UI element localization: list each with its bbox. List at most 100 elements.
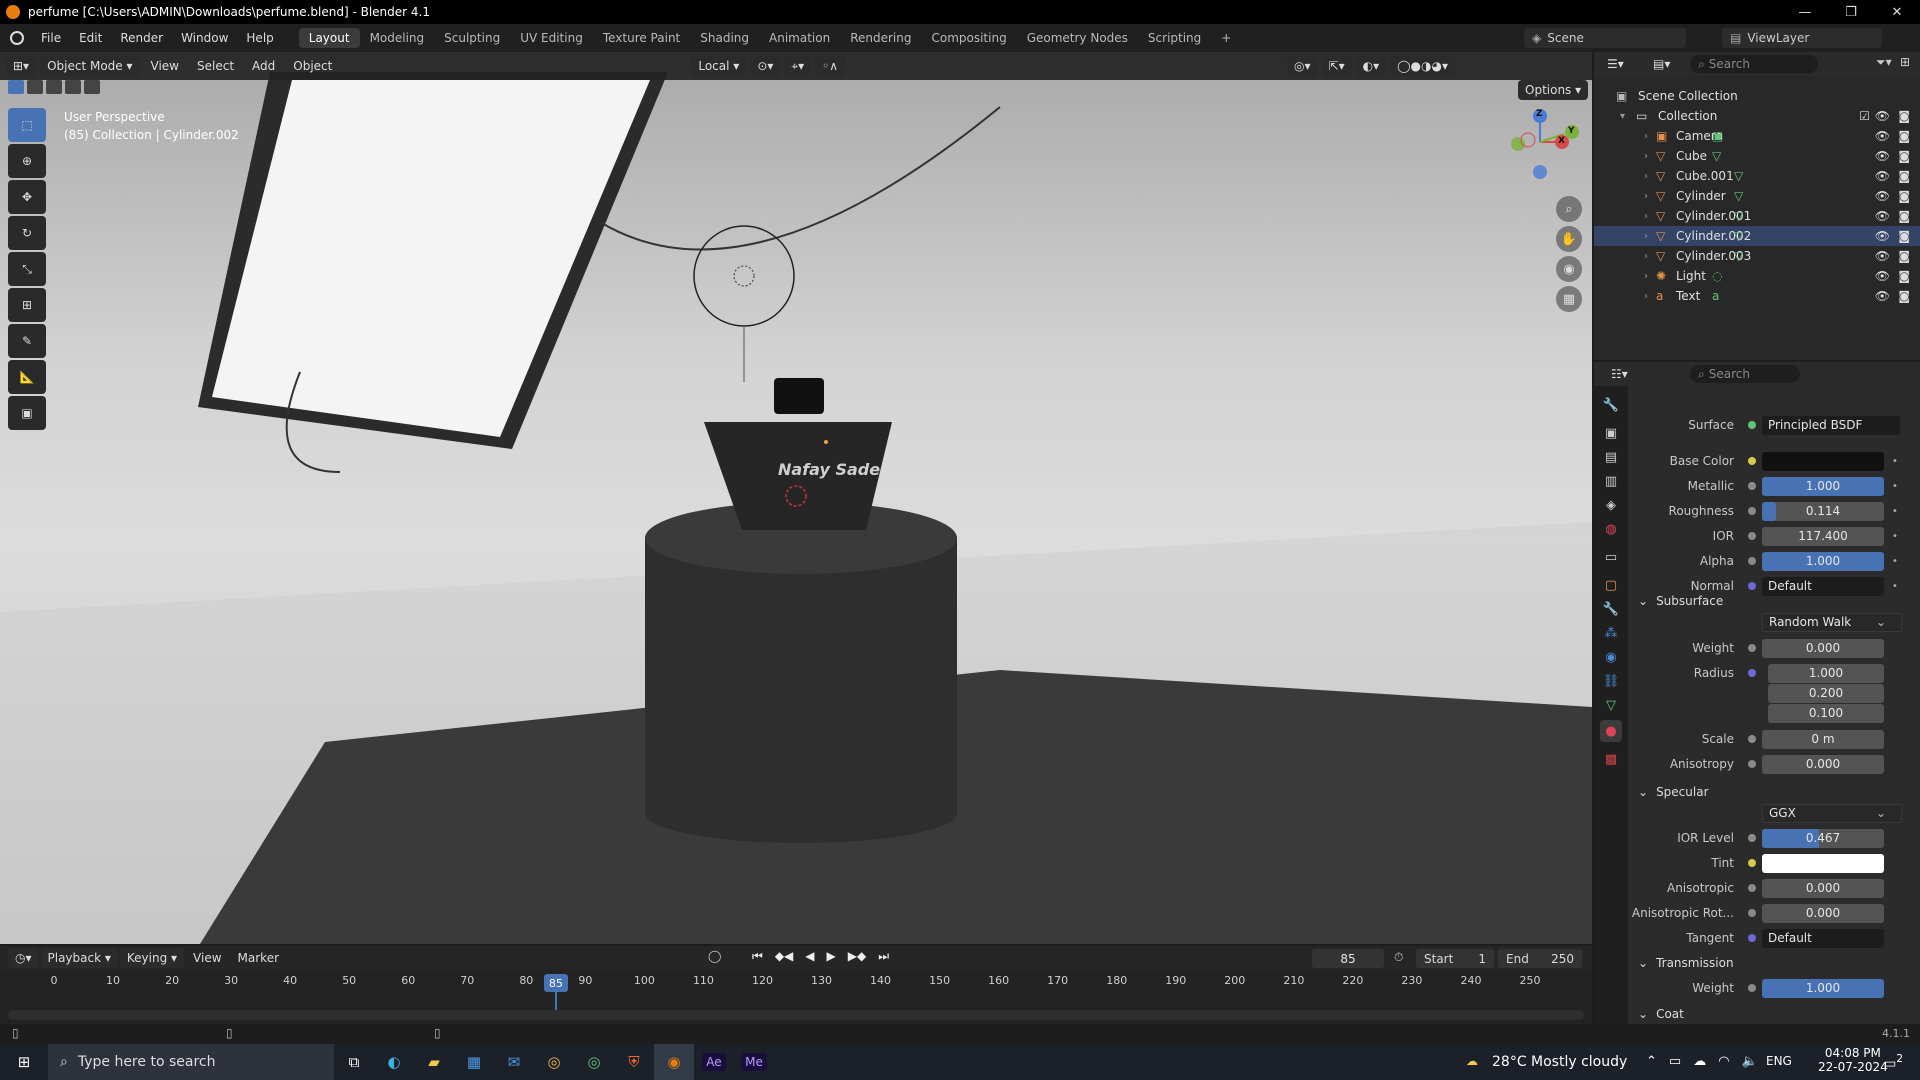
transform-orientation-selector[interactable]: Local ▾: [691, 56, 747, 76]
tab-sculpting[interactable]: Sculpting: [434, 28, 510, 48]
brave-icon[interactable]: ⛨: [614, 1044, 654, 1080]
collection-row[interactable]: ▾ ▭ Collection ☑ 👁 ◙: [1594, 106, 1920, 126]
outliner-item[interactable]: › ✺ Light ◌ 👁 ◙: [1594, 266, 1920, 286]
playback-menu[interactable]: Playback ▾: [40, 948, 118, 968]
windows-start-icon[interactable]: ⊞: [0, 1044, 48, 1080]
auto-keying-icon[interactable]: ◯: [708, 949, 721, 963]
perspective-grid-icon[interactable]: ▦: [1556, 286, 1582, 312]
view-layer-tab-icon[interactable]: ▥: [1600, 470, 1622, 492]
volume-icon[interactable]: 🔈: [1742, 1054, 1758, 1069]
outliner-item[interactable]: › a Text a 👁 ◙: [1594, 286, 1920, 306]
chevron-right-icon[interactable]: ›: [1644, 251, 1648, 262]
keyframe-dot-icon[interactable]: •: [1892, 581, 1898, 592]
outliner-item[interactable]: › ▽ Cylinder ▽ 👁 ◙: [1594, 186, 1920, 206]
filter-icon[interactable]: ⏷▾: [1876, 55, 1892, 70]
keyframe-dot-icon[interactable]: •: [1892, 456, 1898, 467]
eye-icon[interactable]: 👁: [1875, 109, 1890, 123]
current-frame-field[interactable]: 85: [1312, 949, 1384, 968]
tab-uv-editing[interactable]: UV Editing: [510, 28, 593, 48]
output-tab-icon[interactable]: ▤: [1600, 446, 1622, 468]
eye-icon[interactable]: 👁: [1875, 249, 1890, 263]
tint-color-swatch[interactable]: [1762, 853, 1884, 873]
object-data-icon[interactable]: ▽: [1734, 189, 1743, 203]
coat-section[interactable]: ⌄ Coat: [1628, 1004, 1920, 1024]
selection-mode-buttons[interactable]: [8, 80, 100, 94]
object-data-icon[interactable]: ▽: [1734, 169, 1743, 183]
object-tab-icon[interactable]: ▢: [1600, 574, 1622, 596]
outliner-item[interactable]: › ▣ Camera ▣ 👁 ◙: [1594, 126, 1920, 146]
timeline-scrollbar[interactable]: [8, 1010, 1584, 1020]
measure-icon[interactable]: 📐: [8, 360, 46, 394]
menu-add[interactable]: Add: [245, 59, 282, 73]
overlay-toggle-icon[interactable]: ◐▾: [1355, 56, 1387, 76]
select-box-icon[interactable]: ⬚: [8, 108, 46, 142]
annotate-icon[interactable]: ✎: [8, 324, 46, 358]
object-data-icon[interactable]: a: [1712, 289, 1719, 303]
move-icon[interactable]: ✥: [8, 180, 46, 214]
file-explorer-icon[interactable]: ▰: [414, 1044, 454, 1080]
proportional-edit-icon[interactable]: ◦∧: [815, 56, 846, 76]
media-encoder-icon[interactable]: Me: [734, 1044, 774, 1080]
keyframe-dot-icon[interactable]: •: [1892, 531, 1898, 542]
render-camera-icon[interactable]: ◙: [1898, 189, 1910, 203]
material-tab-icon[interactable]: ●: [1600, 720, 1622, 742]
maximize-button[interactable]: ❐: [1828, 0, 1874, 24]
render-camera-icon[interactable]: ◙: [1898, 229, 1910, 243]
property-field[interactable]: [1762, 451, 1884, 471]
radius-y-field[interactable]: 0.200: [1768, 683, 1884, 703]
subsurface-anisotropy-field[interactable]: 0.000: [1762, 754, 1884, 774]
modifier-tab-icon[interactable]: 🔧: [1600, 598, 1622, 620]
tab-scripting[interactable]: Scripting: [1138, 28, 1211, 48]
collection-tab-icon[interactable]: ▭: [1600, 546, 1622, 568]
tool-tab-icon[interactable]: 🔧: [1600, 394, 1622, 416]
chevron-right-icon[interactable]: ›: [1644, 211, 1648, 222]
mode-selector[interactable]: Object Mode ▾: [40, 56, 140, 76]
eye-icon[interactable]: 👁: [1875, 169, 1890, 183]
menu-help[interactable]: Help: [237, 31, 282, 45]
scale-icon[interactable]: ⤡: [8, 252, 46, 286]
property-field[interactable]: 117.400: [1762, 526, 1884, 546]
chevron-up-icon[interactable]: ⌃: [1646, 1054, 1657, 1069]
physics-tab-icon[interactable]: ◉: [1600, 646, 1622, 668]
checkbox-icon[interactable]: ☑: [1859, 109, 1870, 123]
constraints-tab-icon[interactable]: ⛓: [1600, 670, 1622, 692]
anisotropic-rotation-field[interactable]: 0.000: [1762, 903, 1884, 923]
add-cube-icon[interactable]: ▣: [8, 396, 46, 430]
tab-texture-paint[interactable]: Texture Paint: [593, 28, 690, 48]
scene-selector[interactable]: ◈ Scene: [1524, 28, 1686, 48]
blender-taskbar-icon[interactable]: ◉: [654, 1044, 694, 1080]
chevron-right-icon[interactable]: ›: [1644, 231, 1648, 242]
add-workspace-button[interactable]: +: [1211, 28, 1241, 48]
render-camera-icon[interactable]: ◙: [1898, 249, 1910, 263]
shading-modes-icon[interactable]: ◯●◑◕▾: [1390, 56, 1455, 76]
eye-icon[interactable]: 👁: [1875, 209, 1890, 223]
start-frame-field[interactable]: Start 1: [1416, 949, 1494, 968]
notifications-icon[interactable]: ▭2: [1884, 1052, 1903, 1071]
anisotropic-field[interactable]: 0.000: [1762, 878, 1884, 898]
render-camera-icon[interactable]: ◙: [1898, 169, 1910, 183]
menu-object[interactable]: Object: [286, 59, 339, 73]
outliner-item[interactable]: › ▽ Cylinder.002 ▽ 👁 ◙: [1594, 226, 1920, 246]
prev-keyframe-icon[interactable]: ◆◀: [775, 949, 793, 964]
eye-icon[interactable]: 👁: [1875, 189, 1890, 203]
zoom-icon[interactable]: ⌕: [1556, 196, 1582, 222]
render-camera-icon[interactable]: ◙: [1898, 109, 1910, 123]
radius-x-field[interactable]: 1.000: [1768, 663, 1884, 683]
chevron-right-icon[interactable]: ›: [1644, 151, 1648, 162]
mail-icon[interactable]: ✉: [494, 1044, 534, 1080]
render-camera-icon[interactable]: ◙: [1898, 269, 1910, 283]
keyframe-dot-icon[interactable]: •: [1892, 556, 1898, 567]
gizmo-toggle-icon[interactable]: ⇱▾: [1321, 56, 1352, 76]
playhead-frame-label[interactable]: 85: [543, 974, 568, 992]
store-icon[interactable]: ▦: [454, 1044, 494, 1080]
weather-text[interactable]: 28°C Mostly cloudy: [1492, 1054, 1627, 1070]
visibility-icon[interactable]: ◎▾: [1287, 56, 1318, 76]
object-data-icon[interactable]: ▽: [1712, 149, 1721, 163]
menu-file[interactable]: File: [32, 31, 70, 45]
render-camera-icon[interactable]: ◙: [1898, 289, 1910, 303]
taskbar-search-input[interactable]: ⌕ Type here to search: [48, 1044, 334, 1080]
light-gizmo[interactable]: [693, 225, 795, 327]
pivot-icon[interactable]: ⊙▾: [750, 56, 781, 76]
jump-start-icon[interactable]: ⏮: [752, 949, 763, 964]
bottle-cap[interactable]: [774, 378, 824, 414]
